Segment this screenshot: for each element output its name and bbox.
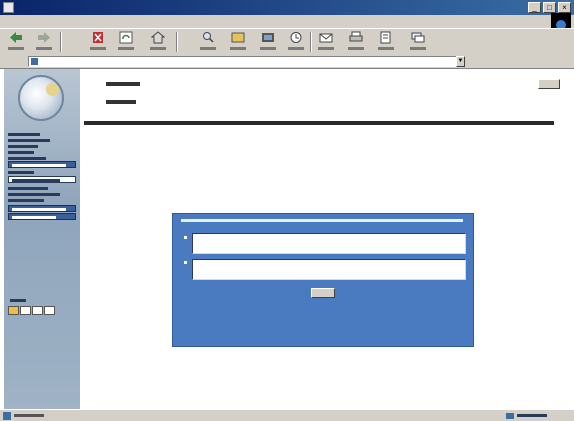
course-logo [18,75,64,121]
sidebar-item-11[interactable] [8,197,76,204]
web-page [0,69,574,409]
back-arrow-icon [10,32,22,43]
toolbar [0,28,574,56]
history-button[interactable] [284,31,308,53]
search-icon [203,32,214,43]
sidebar-item-12[interactable] [8,205,76,212]
answer-field-2[interactable] [192,259,466,280]
stop-icon [93,32,103,43]
mail-icon [319,33,333,43]
address-input[interactable] [28,56,464,67]
forward-arrow-icon [38,32,50,43]
browser-window: _ □ × ▼ [0,0,574,421]
discuss-button[interactable] [406,31,430,53]
print-button[interactable] [344,31,368,53]
zone-icon [506,413,514,419]
exercise-subtitle [106,97,146,107]
status-bar [0,409,574,421]
done-button[interactable] [311,288,335,298]
answer-number-2 [183,260,189,266]
status-text [14,414,44,417]
sidebar-item-8[interactable] [8,176,76,183]
page-title [106,79,146,89]
address-bar: ▼ [0,55,574,69]
search-button[interactable] [196,31,220,53]
close-button[interactable]: × [558,2,571,13]
media-icon [262,33,274,42]
answer-field-1[interactable] [192,233,466,254]
title-bar: _ □ × [0,0,574,15]
refresh-icon [119,31,133,44]
page-4-button[interactable] [44,306,55,315]
favorites-icon [231,32,245,43]
sidebar-item-7[interactable] [8,169,76,176]
history-icon [290,32,302,43]
media-button[interactable] [256,31,280,53]
page-icon [31,58,38,65]
exercise-question [84,118,554,128]
security-zone [506,412,550,419]
pager-label [10,299,26,302]
address-dropdown-button[interactable]: ▼ [456,56,465,67]
refresh-button[interactable] [114,31,138,53]
exercise-instructions [181,218,463,224]
page-status-icon [3,412,11,420]
sidebar-item-6[interactable] [8,161,76,168]
stop-button[interactable] [86,31,110,53]
mail-button[interactable] [314,31,338,53]
page-2-button[interactable] [20,306,31,315]
page-1-button[interactable] [8,306,19,315]
help-button[interactable] [538,79,560,89]
favorites-button[interactable] [226,31,250,53]
maximize-button[interactable]: □ [543,2,556,13]
app-icon [3,2,14,13]
window-controls: _ □ × [528,2,571,13]
page-pager [8,306,55,315]
exercise-panel [172,213,474,347]
minimize-button[interactable]: _ [528,2,541,13]
sidebar-item-13[interactable] [8,213,76,220]
go-button[interactable] [468,56,486,67]
forward-button[interactable] [32,31,56,53]
back-button[interactable] [4,31,28,53]
menu-bar [0,13,574,41]
print-icon [349,31,363,42]
discuss-icon [411,32,425,43]
answer-number-1 [183,235,189,241]
edit-button[interactable] [374,31,398,53]
home-icon [151,31,165,44]
page-3-button[interactable] [32,306,43,315]
edit-icon [380,31,391,44]
home-button[interactable] [146,31,170,53]
course-sidebar [4,69,80,409]
